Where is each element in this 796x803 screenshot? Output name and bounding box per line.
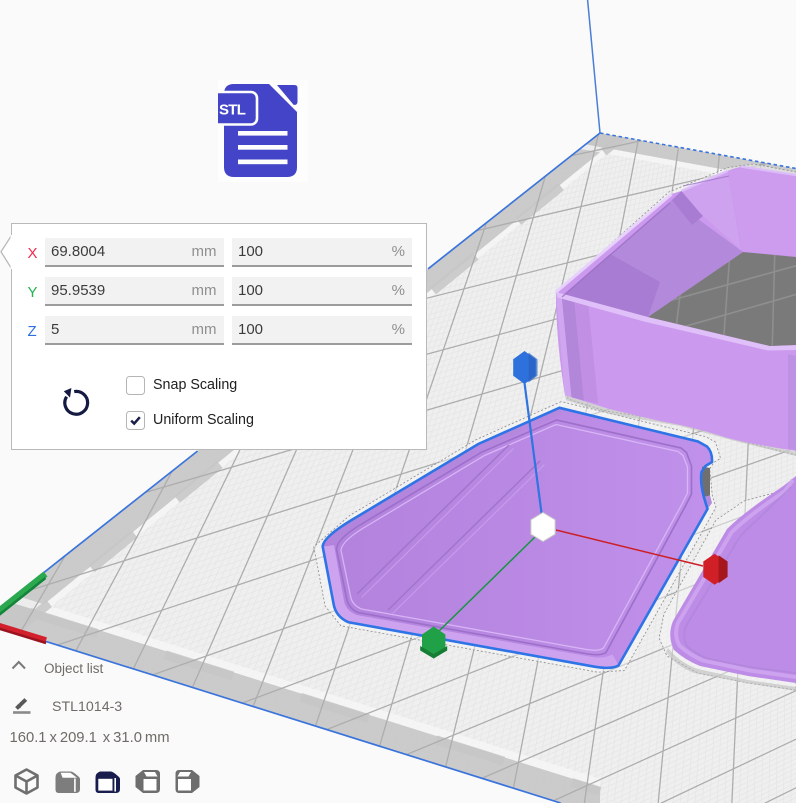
svg-text:STL: STL	[219, 102, 246, 119]
